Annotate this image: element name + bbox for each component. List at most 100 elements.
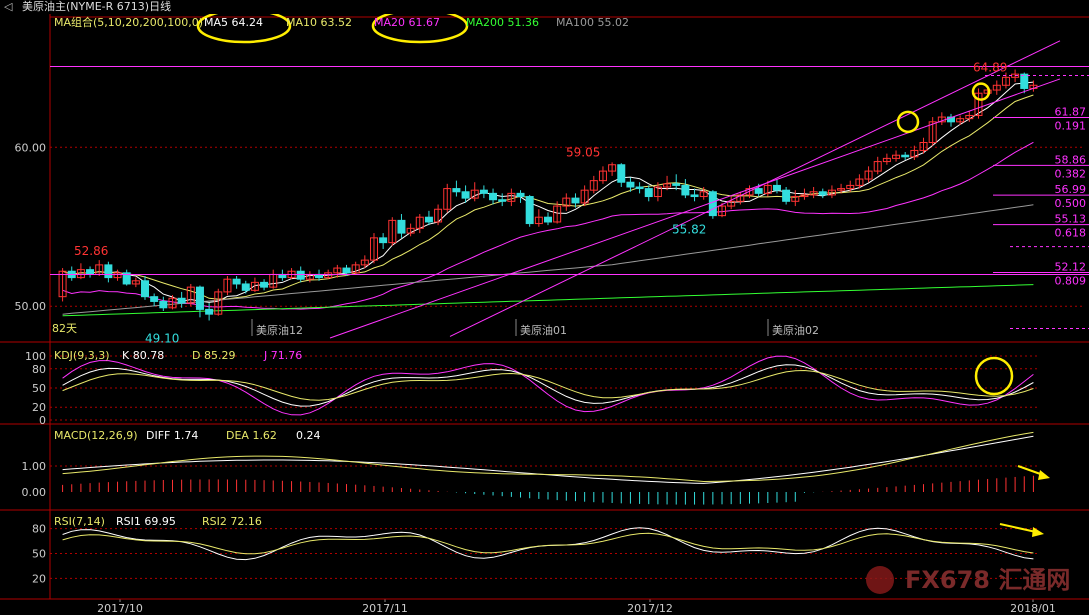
chart-labels: 60.00 50.00 MA组合(5,10,20,200,100,0) MA5 64.… — [15, 15, 1087, 615]
candle-body — [479, 189, 488, 194]
y-tick-label: 60.00 — [15, 141, 47, 154]
ma5-line — [62, 81, 1034, 303]
kdj-legend-item: K 80.78 — [122, 349, 164, 362]
kdj-legend-item: KDJ(9,3,3) — [54, 349, 110, 362]
candle-body — [644, 188, 653, 198]
kdj-y-tick: 50 — [32, 382, 46, 395]
kdj-y-tick: 100 — [25, 350, 46, 363]
candle-body — [104, 264, 113, 279]
candle-body — [672, 183, 681, 186]
kdj-legend-item: J 71.76 — [263, 349, 302, 362]
ma-legend-item: MA200 51.36 — [466, 16, 539, 29]
candle-body — [342, 267, 351, 274]
candle-body — [150, 296, 159, 302]
candle-body — [159, 300, 168, 309]
rsi1-line — [62, 527, 1034, 561]
candle-body — [818, 191, 827, 196]
day-count-label: 82天 — [52, 322, 77, 335]
candle-body — [782, 189, 791, 202]
candle-body — [489, 192, 498, 201]
ma-legend-item: MA组合(5,10,20,200,100,0) — [54, 15, 203, 29]
candle-body — [424, 216, 433, 223]
candle-body — [195, 286, 204, 310]
rsi-y-tick: 20 — [32, 572, 46, 585]
x-tick-label: 2018/01 — [1010, 602, 1056, 615]
annotation-arrowhead — [1038, 470, 1050, 480]
candle-body — [260, 281, 269, 288]
candle-body — [397, 219, 406, 234]
y-tick-label: 50.00 — [15, 300, 47, 313]
candle-body — [86, 269, 95, 275]
fib-price-label: 56.99 — [1055, 183, 1087, 196]
candle-body — [708, 191, 717, 217]
fib-price-label: 55.13 — [1055, 213, 1087, 226]
price-label: 49.10 — [145, 332, 179, 346]
candle-body — [232, 278, 241, 285]
candle-body — [772, 184, 781, 191]
window-title: 美原油主(NYME-R 6713)日线 — [22, 0, 172, 13]
candle-body — [498, 199, 507, 202]
macd-legend-item: DIFF 1.74 — [146, 429, 198, 442]
macd-diff-line — [62, 435, 1034, 484]
price-label: 52.86 — [74, 244, 108, 258]
annotation-arrowhead — [1032, 527, 1044, 537]
rsi-legend-item: RSI(7,14) — [54, 515, 105, 528]
rsi-y-tick: 50 — [32, 548, 46, 561]
ma-legend-item: MA100 55.02 — [556, 16, 629, 29]
x-tick-label: 2017/12 — [627, 602, 673, 615]
candle-body — [690, 194, 699, 198]
candle-body — [241, 283, 250, 291]
fib-price-label: 58.86 — [1055, 153, 1087, 166]
candle-body — [525, 196, 534, 225]
stock-chart[interactable]: 60.00 50.00 MA组合(5,10,20,200,100,0) MA5 64.… — [0, 14, 1089, 615]
ma-legend-item: MA5 64.24 — [204, 16, 263, 29]
window-titlebar: ◁ 美原油主(NYME-R 6713)日线 — [0, 0, 1089, 14]
left-arrow-icon[interactable]: ◁ — [4, 0, 12, 14]
candle-body — [141, 280, 150, 298]
chart-marks — [50, 14, 1089, 594]
macd-legend-item: DEA 1.62 — [226, 429, 277, 442]
x-tick-label: 2017/11 — [362, 602, 408, 615]
price-label: 64.89 — [973, 61, 1007, 75]
kdj-j-line — [62, 355, 1034, 416]
candle-body — [379, 237, 388, 244]
kdj-y-tick: 80 — [32, 363, 46, 376]
kdj-y-tick: 20 — [32, 401, 46, 414]
macd-legend-item: MACD(12,26,9) — [54, 429, 138, 442]
annotation-arrow — [999, 523, 1037, 533]
candle-body — [1020, 73, 1029, 89]
candle-body — [617, 164, 626, 183]
trend-line-upper — [449, 40, 1061, 337]
candle-body — [205, 308, 214, 315]
contract-label: 美原油02 — [772, 323, 819, 337]
ma10-line — [62, 94, 1034, 300]
rsi-legend-item: RSI2 72.16 — [202, 515, 262, 528]
candle-body — [516, 192, 525, 198]
annotation-circle — [971, 82, 991, 101]
fib-ratio-label: 0.809 — [1055, 275, 1087, 288]
macd-legend-item: 0.24 — [296, 429, 321, 442]
ma-legend-item: MA20 61.67 — [374, 16, 440, 29]
candle-body — [461, 191, 470, 199]
candle-body — [544, 216, 552, 223]
fib-ratio-label: 0.500 — [1055, 197, 1087, 210]
fib-ratio-label: 0.618 — [1055, 227, 1087, 240]
candle-body — [177, 297, 186, 304]
candle-body — [626, 181, 635, 188]
x-tick-label: 2017/10 — [97, 602, 143, 615]
price-label: 55.82 — [672, 223, 706, 237]
candle-body — [754, 188, 763, 194]
candle-body — [571, 197, 580, 204]
rsi-y-tick: 80 — [32, 523, 46, 536]
annotation-circle — [974, 356, 1014, 396]
fib-price-label: 52.12 — [1055, 261, 1087, 274]
watermark-text: FX678 汇通网 — [905, 566, 1070, 594]
macd-y-tick: 1.00 — [22, 460, 47, 473]
candle-body — [452, 188, 461, 193]
candle-body — [681, 184, 690, 196]
contract-label: 美原油12 — [256, 323, 303, 337]
fib-ratio-label: 0.382 — [1055, 167, 1087, 180]
fib-price-label: 61.87 — [1055, 106, 1087, 119]
candle-body — [901, 154, 910, 158]
macd-y-tick: 0.00 — [22, 486, 47, 499]
